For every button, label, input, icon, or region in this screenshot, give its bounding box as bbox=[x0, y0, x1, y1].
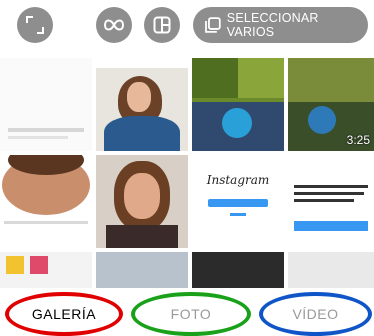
gallery-grid: 3:25 Instagram bbox=[0, 58, 374, 288]
tab-galeria-label: GALERÍA bbox=[31, 306, 97, 322]
tab-galeria[interactable]: GALERÍA bbox=[5, 292, 123, 336]
instagram-logo-text: Instagram bbox=[206, 173, 270, 187]
expand-button[interactable] bbox=[17, 7, 53, 43]
gallery-thumbnail[interactable] bbox=[0, 58, 92, 151]
mode-tab-bar: GALERÍA FOTO VÍDEO bbox=[0, 288, 374, 336]
multi-select-icon bbox=[205, 17, 221, 33]
tab-video-label: VÍDEO bbox=[292, 306, 339, 322]
camera-top-toolbar: SELECCIONAR VARIOS bbox=[0, 0, 374, 50]
gallery-thumbnail[interactable] bbox=[0, 252, 92, 288]
tab-video[interactable]: VÍDEO bbox=[259, 292, 372, 336]
tab-foto-label: FOTO bbox=[170, 306, 212, 322]
select-multiple-label: SELECCIONAR VARIOS bbox=[226, 11, 319, 39]
gallery-thumbnail[interactable]: 3:25 bbox=[288, 58, 374, 151]
boomerang-button[interactable] bbox=[96, 7, 132, 43]
gallery-thumbnail[interactable] bbox=[192, 252, 284, 288]
gallery-thumbnail[interactable] bbox=[96, 58, 188, 151]
gallery-thumbnail[interactable] bbox=[96, 252, 188, 288]
gallery-thumbnail[interactable] bbox=[192, 58, 284, 151]
gallery-thumbnail[interactable] bbox=[0, 155, 92, 248]
tab-foto[interactable]: FOTO bbox=[131, 292, 251, 336]
select-multiple-button[interactable]: SELECCIONAR VARIOS bbox=[193, 7, 368, 43]
expand-corners-icon bbox=[26, 16, 44, 34]
layout-button[interactable] bbox=[144, 7, 180, 43]
layout-icon bbox=[153, 16, 171, 34]
gallery-thumbnail[interactable] bbox=[96, 155, 188, 248]
gallery-thumbnail[interactable] bbox=[288, 155, 374, 248]
infinity-icon bbox=[103, 19, 125, 31]
gallery-thumbnail[interactable]: Instagram bbox=[192, 155, 284, 248]
gallery-thumbnail[interactable] bbox=[288, 252, 374, 288]
video-duration: 3:25 bbox=[346, 133, 370, 147]
